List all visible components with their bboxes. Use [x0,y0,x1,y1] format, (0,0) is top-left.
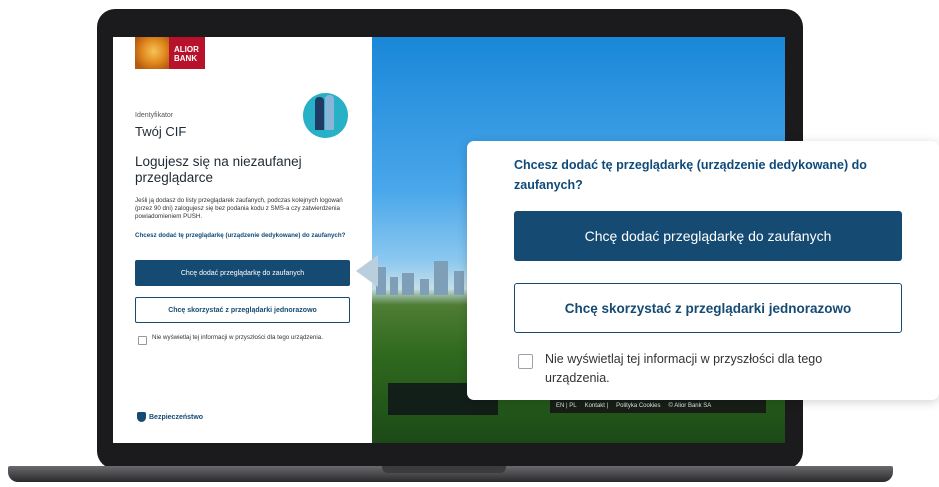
page-title: Logujesz się na niezaufanej przeglądarce [135,154,302,185]
people-illustration-icon [303,93,348,138]
shield-icon [137,412,146,422]
callout-use-once-button[interactable]: Chcę skorzystać z przeglądarki jednorazo… [514,283,902,333]
login-panel: ALIOR BANK Identyfikator Twój CIF Loguje… [113,37,372,443]
callout-pointer [356,255,378,287]
callout-dont-show-checkbox[interactable] [518,354,533,369]
description-text: Jeśli ją dodasz do listy przeglądarek za… [135,197,343,220]
laptop-notch [382,466,506,473]
callout-dont-show-label: Nie wyświetlaj tej informacji w przyszło… [545,352,823,385]
zoom-callout: Chcesz dodać tę przeglądarkę (urządzenie… [467,141,939,400]
alior-bank-logo: ALIOR BANK [135,37,205,69]
copyright-text: © Alior Bank SA [668,403,712,409]
footer-bar: EN | PL Kontakt | Polityka Cookies © Ali… [550,399,766,413]
security-link[interactable]: Bezpieczeństwo [137,412,203,422]
identifier-label: Identyfikator [135,112,174,119]
language-switch[interactable]: EN | PL [556,403,577,409]
logo-text: ALIOR BANK [169,37,205,69]
contact-link[interactable]: Kontakt | [585,403,609,409]
use-once-button[interactable]: Chcę skorzystać z przeglądarki jednorazo… [135,297,350,323]
cookies-link[interactable]: Polityka Cookies [616,403,660,409]
dont-show-label: Nie wyświetlaj tej informacji w przyszło… [152,334,323,341]
security-label: Bezpieczeństwo [149,413,204,421]
lion-emblem-icon [135,37,169,69]
trust-question: Chcesz dodać tę przeglądarkę (urządzenie… [135,232,346,239]
callout-add-trusted-button[interactable]: Chcę dodać przeglądarkę do zaufanych [514,211,902,261]
callout-question: Chcesz dodać tę przeglądarkę (urządzenie… [514,158,867,192]
dont-show-checkbox[interactable] [138,336,147,345]
add-trusted-button[interactable]: Chcę dodać przeglądarkę do zaufanych [135,260,350,286]
identifier-value: Twój CIF [135,124,187,139]
